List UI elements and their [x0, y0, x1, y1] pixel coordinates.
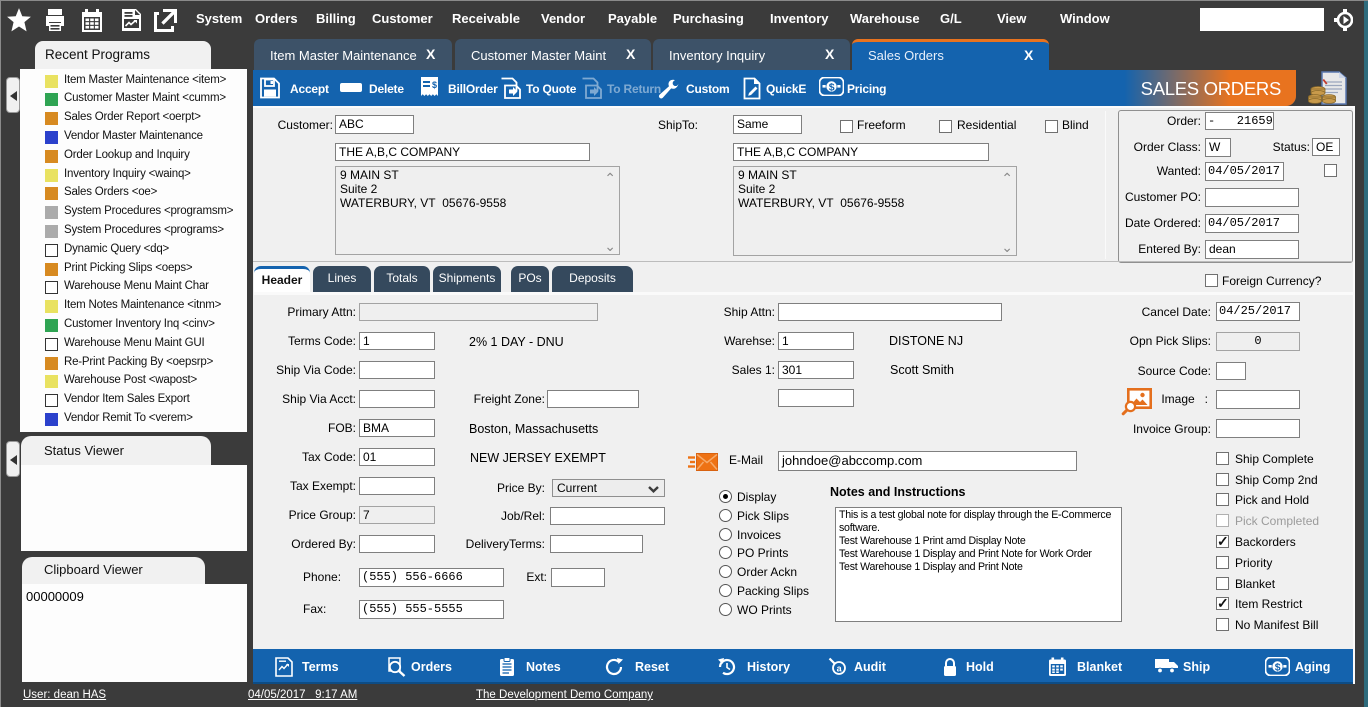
svg-text:$: $	[1275, 661, 1281, 673]
svg-text:a: a	[837, 664, 843, 674]
